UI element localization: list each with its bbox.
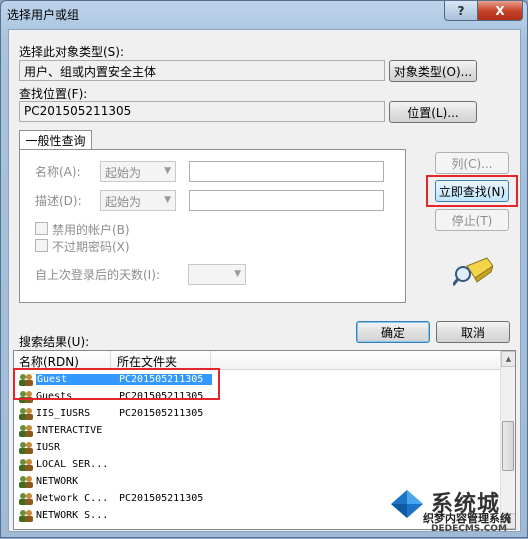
tab-general-query[interactable]: 一般性查询 (19, 130, 92, 150)
columns-button[interactable]: 列(C)... (435, 152, 509, 174)
user-group-icon (19, 425, 33, 437)
row-name: IIS_IUSRS (36, 408, 91, 419)
user-group-icon (19, 493, 33, 505)
flashlight-search-icon (453, 257, 493, 286)
days-since-login-select[interactable]: ▼ (188, 264, 246, 285)
dialog-body: 选择此对象类型(S): 用户、组或内置安全主体 对象类型(O)... 查找位置(… (8, 29, 521, 532)
chevron-down-icon: ▼ (164, 166, 171, 176)
table-row[interactable]: IUSR (16, 440, 501, 457)
row-name: LOCAL SER... (36, 459, 109, 470)
description-label: 描述(D): (35, 194, 82, 208)
row-name: IUSR (36, 442, 61, 453)
table-row[interactable]: INTERACTIVE (16, 423, 501, 440)
table-row[interactable]: LOCAL SER... (16, 457, 501, 474)
user-group-icon (19, 476, 33, 488)
search-results-label: 搜索结果(U): (19, 335, 90, 349)
row-name: INTERACTIVE (36, 425, 103, 436)
window-title: 选择用户或组 (7, 8, 80, 22)
location-field: PC201505211305 (19, 101, 385, 122)
days-since-login-label: 自上次登录后的天数(I): (35, 268, 160, 282)
select-users-dialog: 选择用户或组 ? X 选择此对象类型(S): 用户、组或内置安全主体 对象类型(… (0, 0, 528, 538)
description-mode-select[interactable]: 起始为 ▼ (100, 190, 176, 211)
location-label: 查找位置(F): (19, 87, 88, 101)
guest-row-highlight (13, 368, 220, 400)
object-type-label: 选择此对象类型(S): (19, 45, 125, 59)
stop-button[interactable]: 停止(T) (435, 209, 509, 231)
scroll-up-button[interactable]: ▲ (501, 351, 515, 367)
row-folder: PC201505211305 (119, 493, 204, 504)
user-group-icon (19, 408, 33, 420)
general-query-panel: 名称(A): 起始为 ▼ 描述(D): 起始为 ▼ 禁用的帐户(B) 不过期密码… (19, 149, 406, 303)
help-button[interactable]: ? (444, 1, 478, 21)
scroll-thumb[interactable] (502, 421, 514, 471)
find-now-button[interactable]: 立即查找(N) (435, 180, 509, 202)
name-label: 名称(A): (35, 165, 81, 179)
watermark-url: DEDECMS.COM (431, 524, 507, 534)
row-name: Network C... (36, 493, 109, 504)
no-expire-password-label: 不过期密码(X) (52, 240, 130, 254)
windows-logo-icon (391, 490, 423, 518)
user-group-icon (19, 442, 33, 454)
locations-button[interactable]: 位置(L)... (389, 101, 477, 123)
cancel-button[interactable]: 取消 (436, 321, 510, 343)
disabled-accounts-label: 禁用的帐户(B) (52, 223, 130, 237)
no-expire-password-checkbox[interactable] (35, 239, 48, 252)
chevron-down-icon: ▼ (234, 269, 241, 279)
row-name: NETWORK S... (36, 510, 109, 521)
title-bar[interactable]: 选择用户或组 ? X (1, 1, 527, 27)
object-type-field: 用户、组或内置安全主体 (19, 60, 385, 81)
table-row[interactable]: IIS_IUSRS PC201505211305 (16, 406, 501, 423)
name-mode-value: 起始为 (105, 166, 142, 180)
watermark: 系统城 织梦内容管理系统 DEDECMS.COM (387, 484, 528, 539)
chevron-down-icon: ▼ (164, 195, 171, 205)
row-folder: PC201505211305 (119, 408, 204, 419)
user-group-icon (19, 510, 33, 522)
user-group-icon (19, 459, 33, 471)
name-input[interactable] (189, 161, 384, 182)
object-types-button[interactable]: 对象类型(O)... (389, 60, 477, 82)
description-input[interactable] (189, 190, 384, 211)
name-mode-select[interactable]: 起始为 ▼ (100, 161, 176, 182)
row-name: NETWORK (36, 476, 79, 487)
disabled-accounts-checkbox[interactable] (35, 222, 48, 235)
close-button[interactable]: X (477, 1, 523, 21)
description-mode-value: 起始为 (105, 195, 142, 209)
ok-button[interactable]: 确定 (356, 321, 430, 343)
